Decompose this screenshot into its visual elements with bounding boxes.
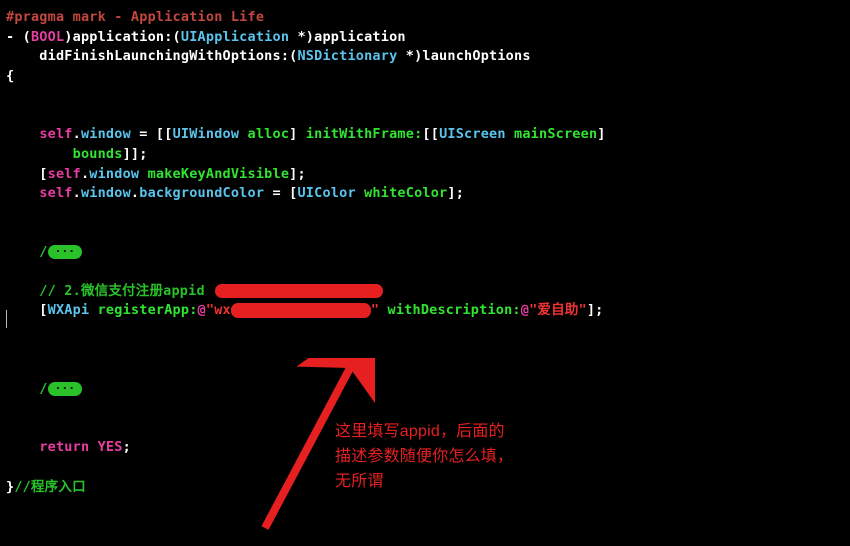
code-line-window-init-cont: bounds]];	[6, 145, 844, 165]
code-line-bgcolor: self.window.backgroundColor = [UIColor w…	[6, 184, 844, 204]
code-fold-icon[interactable]: ···	[48, 245, 82, 259]
blank-line	[6, 399, 844, 419]
code-line-open-brace: {	[6, 67, 844, 87]
code-line-fold: /···	[6, 243, 844, 263]
text-cursor	[6, 310, 7, 328]
code-line-fold: /···	[6, 380, 844, 400]
code-line-window-init: self.window = [[UIWindow alloc] initWith…	[6, 125, 844, 145]
blank-line	[6, 86, 844, 106]
blank-line	[6, 106, 844, 126]
annotation-text: 这里填写appid，后面的 描述参数随便你怎么填， 无所谓	[335, 420, 513, 494]
pragma-mark: #pragma mark - Application Life	[6, 9, 264, 25]
blank-line	[6, 321, 844, 341]
redacted-comment-text	[215, 284, 383, 298]
blank-line	[6, 204, 844, 224]
code-line-register-app: [WXApi registerApp:@"wx" withDescription…	[6, 301, 844, 321]
code-line-pragma: #pragma mark - Application Life	[6, 8, 844, 28]
blank-line	[6, 223, 844, 243]
redacted-appid	[231, 303, 371, 318]
code-line-method-sig-2: didFinishLaunchingWithOptions:(NSDiction…	[6, 47, 844, 67]
blank-line	[6, 341, 844, 361]
code-line-comment-appid: // 2.微信支付注册appid	[6, 282, 844, 302]
blank-line	[6, 360, 844, 380]
blank-line	[6, 262, 844, 282]
code-line-method-sig-1: - (BOOL)application:(UIApplication *)app…	[6, 28, 844, 48]
code-line-makekey: [self.window makeKeyAndVisible];	[6, 165, 844, 185]
code-fold-icon[interactable]: ···	[48, 382, 82, 396]
